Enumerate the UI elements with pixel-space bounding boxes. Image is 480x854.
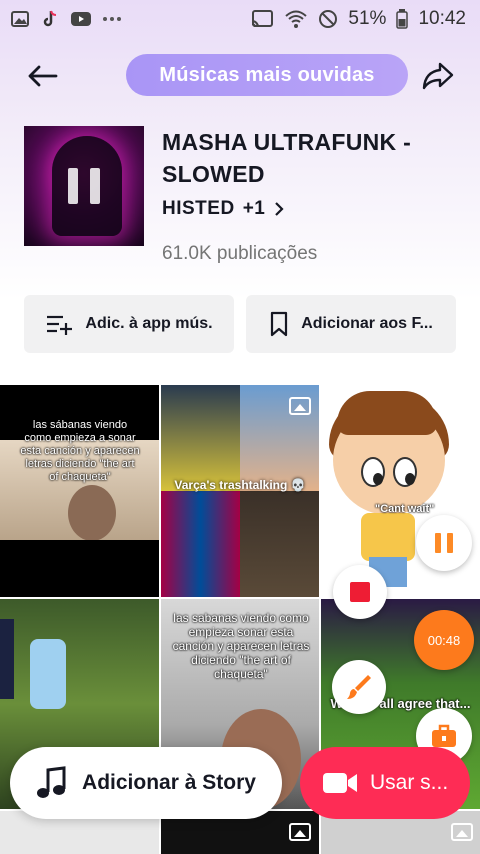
cartoon-pupil — [373, 473, 383, 485]
share-arrow-icon — [422, 62, 454, 90]
wifi-icon — [284, 9, 308, 29]
share-button[interactable] — [418, 58, 458, 94]
header: Músicas mais ouvidas — [0, 50, 480, 100]
video-thumbnail[interactable]: Varça's trashtalking 💀 — [161, 385, 319, 597]
status-bar: 51% 10:42 — [0, 0, 480, 38]
youtube-icon — [70, 10, 92, 28]
video-caption: "Cant wait" — [375, 503, 435, 515]
add-to-story-button[interactable]: Adicionar à Story — [10, 747, 282, 819]
cartoon-hair-top — [337, 391, 437, 435]
chevron-right-icon — [275, 202, 284, 216]
add-to-music-app-label: Adic. à app mús. — [85, 315, 213, 332]
painting-photo — [240, 491, 319, 597]
overlay-stop-button[interactable] — [333, 565, 387, 619]
artist-link[interactable]: HISTED +1 — [162, 198, 285, 220]
page-title-pill[interactable]: Músicas mais ouvidas — [126, 54, 408, 96]
cast-icon — [250, 9, 274, 29]
back-arrow-icon — [28, 65, 58, 87]
video-camera-icon — [323, 773, 357, 793]
stop-icon — [350, 582, 370, 602]
publications-count: 61.0K publicações — [162, 243, 318, 264]
battery-icon — [396, 9, 409, 29]
status-left — [10, 9, 122, 29]
cartoon-pupil — [405, 473, 415, 485]
back-button[interactable] — [22, 58, 62, 94]
clock: 10:42 — [418, 8, 466, 29]
toolbox-icon — [432, 724, 456, 747]
music-note-icon — [37, 766, 66, 798]
song-cover[interactable] — [24, 126, 144, 246]
dnd-icon — [318, 9, 338, 29]
bookmark-icon — [271, 311, 288, 337]
photo-mode-icon — [451, 823, 473, 841]
video-caption: Varça's trashtalking 💀 — [174, 478, 306, 492]
add-to-story-label: Adicionar à Story — [82, 771, 256, 794]
player-figure — [0, 619, 14, 699]
battery-percent: 51% — [348, 8, 387, 29]
more-dots-icon — [102, 16, 122, 22]
add-to-favorites-button[interactable]: Adicionar aos F... — [246, 295, 456, 353]
cartoon-body — [361, 513, 415, 561]
photo-mode-icon — [289, 823, 311, 841]
artist-name: HISTED — [162, 198, 235, 219]
overlay-brush-button[interactable] — [332, 660, 386, 714]
use-sound-button[interactable]: Usar s... — [300, 747, 470, 819]
photos-icon — [10, 9, 30, 29]
video-thumbnail[interactable]: las sábanas viendo como empieza a sonar … — [0, 385, 159, 597]
black-area — [0, 540, 159, 597]
recording-timer[interactable]: 00:48 — [414, 610, 474, 670]
photo-mode-icon — [289, 397, 311, 415]
meme-text: las sabanas viendo como empieza sonar es… — [172, 611, 310, 681]
add-to-music-app-button[interactable]: Adic. à app mús. — [24, 295, 234, 353]
overlay-pause-button[interactable] — [416, 515, 472, 571]
meme-text: las sábanas viendo como empieza a sonar … — [20, 419, 140, 483]
player-figure — [30, 639, 66, 709]
add-to-favorites-label: Adicionar aos F... — [301, 315, 433, 332]
brush-icon — [347, 675, 371, 699]
cover-pause-icon[interactable] — [24, 126, 144, 246]
face-image — [68, 485, 116, 541]
tiktok-icon — [40, 9, 60, 29]
more-artists-count: +1 — [242, 198, 266, 219]
song-title: MASHA ULTRAFUNK - SLOWED — [162, 129, 412, 187]
playlist-add-icon — [47, 315, 73, 335]
use-sound-label: Usar s... — [370, 771, 449, 794]
player-photo — [161, 385, 240, 491]
status-right: 51% 10:42 — [250, 8, 466, 30]
jersey-photo — [161, 491, 240, 597]
